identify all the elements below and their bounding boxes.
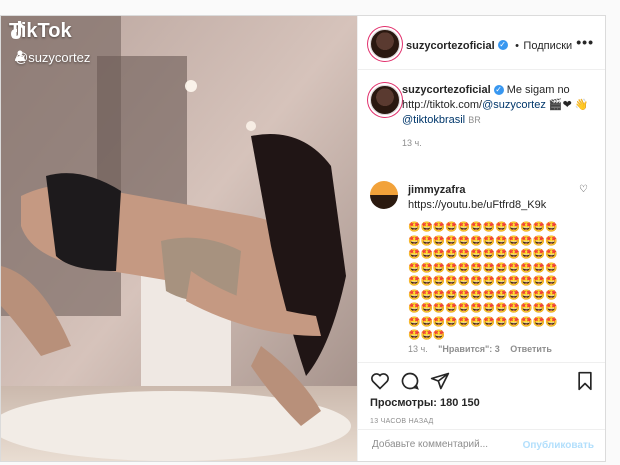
reply-button[interactable]: Ответить [510, 344, 552, 354]
comment-like-icon[interactable]: ♡ [579, 184, 588, 195]
tiktok-icon [11, 21, 25, 39]
post-header: suzycortezoficial ✓ • Подписки ••• [358, 16, 605, 70]
comment: jimmyzafra https://youtu.be/uFtfrd8_K9k [408, 183, 546, 213]
author-line: suzycortezoficial ✓ • Подписки [406, 36, 572, 54]
more-options-button[interactable]: ••• [576, 34, 594, 50]
user-icon [15, 50, 25, 61]
comment-emojis: 🤩🤩🤩🤩🤩🤩🤩🤩🤩🤩🤩🤩🤩🤩🤩🤩🤩🤩🤩🤩🤩🤩🤩🤩🤩🤩🤩🤩🤩🤩🤩🤩🤩🤩🤩🤩🤩🤩🤩🤩… [408, 222, 558, 341]
caption-emojis: 🎬❤ [548, 99, 572, 111]
following-button[interactable]: Подписки [523, 40, 572, 52]
tiktok-watermark: TikTok [9, 20, 72, 43]
caption-username[interactable]: suzycortezoficial [402, 84, 491, 96]
caption-mention-2[interactable]: @tiktokbrasil [402, 114, 465, 126]
caption-time[interactable]: 13 ч. [402, 136, 598, 151]
verified-badge-icon: ✓ [497, 39, 508, 50]
tiktok-handle: @suzycortez [15, 50, 90, 65]
heart-icon[interactable] [370, 371, 390, 391]
author-avatar[interactable] [370, 29, 400, 59]
view-count[interactable]: Просмотры: 180 150 [370, 397, 480, 409]
video-frame [1, 16, 357, 461]
caption-mention[interactable]: @suzycortez [482, 99, 546, 111]
add-comment-bar: Опубликовать [358, 429, 605, 461]
add-comment-input[interactable] [370, 438, 524, 451]
author-username[interactable]: suzycortezoficial [406, 40, 495, 52]
post-timestamp[interactable]: 13 ЧАСОВ НАЗАД [370, 418, 434, 425]
post-side-panel: suzycortezoficial ✓ • Подписки ••• suzyco… [357, 16, 605, 461]
instagram-post: TikTok @suzycortez suzycortezoficial ✓ • … [0, 15, 606, 462]
commenter-avatar[interactable] [370, 181, 398, 209]
commenter-username[interactable]: jimmyzafra [408, 183, 546, 198]
bookmark-icon[interactable] [576, 371, 594, 391]
caption-link[interactable]: http://tiktok.com/ [402, 99, 482, 111]
comment-likes[interactable]: "Нравится": 3 [438, 344, 500, 354]
verified-badge-icon: ✓ [493, 85, 504, 96]
caption-avatar[interactable] [370, 85, 400, 115]
comment-time[interactable]: 13 ч. [408, 344, 428, 354]
comments-area: suzycortezoficial ✓ Me sigam no http://ti… [358, 71, 605, 361]
comment-icon[interactable] [400, 371, 420, 391]
caption: suzycortezoficial ✓ Me sigam no http://ti… [402, 83, 598, 151]
tiktok-handle-text: @suzycortez [15, 50, 91, 65]
publish-button[interactable]: Опубликовать [523, 440, 594, 451]
header-separator: • [515, 40, 519, 52]
comment-link[interactable]: https://youtu.be/uFtfrd8_K9k [408, 198, 546, 213]
caption-suffix: BR [468, 115, 481, 125]
post-video[interactable]: TikTok @suzycortez [1, 16, 357, 461]
caption-text: Me sigam no [506, 84, 570, 96]
caption-wave: 👋 [574, 99, 589, 111]
comment-meta: 13 ч. "Нравится": 3 Ответить [408, 339, 552, 357]
share-icon[interactable] [430, 371, 450, 391]
